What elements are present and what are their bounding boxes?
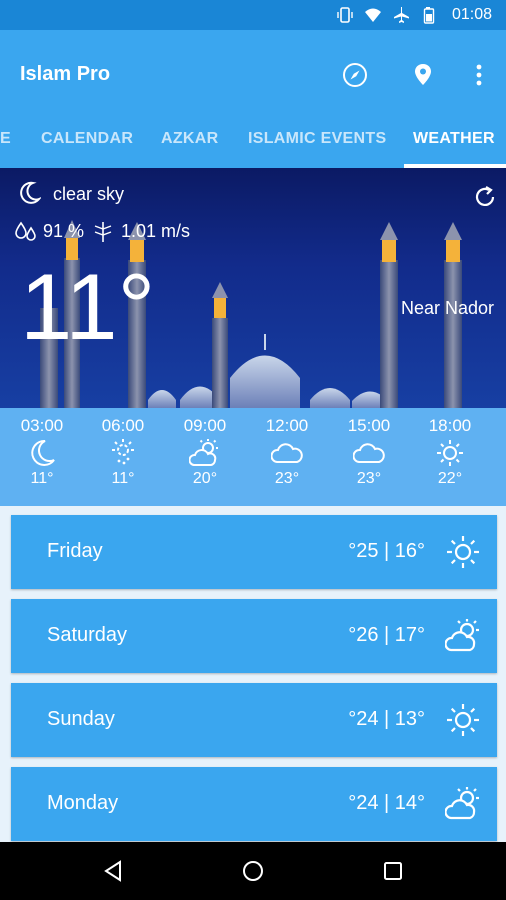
daily-forecast-item[interactable]: Friday °25 | 16° (11, 515, 497, 589)
hourly-time: 09:00 (183, 416, 227, 435)
tab-bar: E CALENDAR AZKAR ISLAMIC EVENTS WEATHER (0, 120, 506, 168)
hourly-item: 03:00 11° (7, 416, 77, 488)
cloud-icon (353, 443, 385, 463)
hourly-time: 15:00 (347, 416, 391, 435)
hourly-temp: 22° (437, 470, 463, 487)
hourly-item: 18:00 22° (415, 416, 485, 488)
location-label: Near Nador (400, 298, 494, 318)
refresh-button[interactable] (472, 184, 498, 210)
hourly-time: 18:00 (428, 416, 472, 435)
weather-condition: clear sky (53, 184, 125, 204)
daily-forecast-item[interactable]: Sunday °24 | 13° (11, 683, 497, 757)
daily-forecast-list: Friday °25 | 16° Saturday °26 | 17° Sund… (0, 506, 506, 842)
hourly-temp: 23° (356, 470, 382, 487)
hourly-time: 12:00 (265, 416, 309, 435)
home-icon (243, 861, 263, 881)
compass-button[interactable] (340, 60, 370, 90)
day-temps: °24 | 13° (348, 708, 425, 730)
day-temps: °26 | 17° (348, 624, 425, 646)
humidity-icon (15, 221, 36, 241)
hourly-temp: 11° (111, 470, 135, 487)
day-temps: °24 | 14° (348, 792, 425, 814)
hourly-item: 06:00 11° (88, 416, 158, 488)
vibrate-icon (336, 6, 354, 24)
cloud-icon (271, 443, 303, 463)
humidity-value: 91 % (43, 221, 85, 241)
sun-icon (437, 440, 463, 466)
airplane-icon (392, 6, 410, 24)
compass-icon (343, 63, 367, 87)
current-temperature: 11° (20, 254, 156, 359)
wind-icon (94, 222, 112, 242)
sun-icon (447, 704, 479, 736)
hourly-item: 12:00 23° (252, 416, 322, 488)
day-name: Saturday (47, 624, 128, 646)
battery-icon (420, 6, 438, 24)
app-title: Islam Pro (20, 63, 111, 85)
recents-button[interactable] (380, 858, 406, 884)
hourly-forecast: 03:00 11° 06:00 11° 09:00 20° 12:00 23° … (0, 408, 506, 506)
back-button[interactable] (100, 858, 126, 884)
daily-forecast-item[interactable]: Monday °24 | 14° (11, 767, 497, 841)
more-options-button[interactable] (464, 60, 494, 90)
moon-icon (31, 439, 55, 466)
location-button[interactable] (408, 60, 438, 90)
sun-cloud-icon (445, 619, 479, 652)
day-name: Monday (47, 792, 119, 814)
recents-icon (384, 862, 402, 880)
tab-weather[interactable]: WEATHER (413, 130, 495, 148)
more-vert-icon (476, 64, 482, 86)
hourly-temp: 20° (192, 470, 218, 487)
tab-calendar[interactable]: CALENDAR (41, 130, 133, 148)
back-icon (104, 860, 121, 882)
hourly-item: 15:00 23° (334, 416, 404, 488)
hourly-time: 06:00 (101, 416, 145, 435)
wind-value: 1.01 m/s (121, 221, 191, 241)
status-time: 01:08 (451, 6, 492, 23)
hourly-temp: 23° (274, 470, 300, 487)
day-name: Friday (47, 540, 103, 562)
tab-azkar[interactable]: AZKAR (161, 130, 219, 148)
system-nav-bar (0, 842, 506, 900)
partly-cloudy-sun-icon (112, 439, 134, 465)
hourly-item: 09:00 20° (170, 416, 240, 488)
sun-cloud-icon (189, 439, 218, 466)
hourly-temp: 11° (30, 470, 54, 487)
sun-icon (447, 536, 479, 568)
location-pin-icon (415, 64, 431, 85)
tab-islamic-events[interactable]: ISLAMIC EVENTS (248, 130, 386, 148)
refresh-icon (475, 186, 495, 206)
sun-cloud-icon (445, 787, 479, 820)
wifi-icon (364, 6, 382, 24)
daily-forecast-item[interactable]: Saturday °26 | 17° (11, 599, 497, 673)
status-bar: 01:08 (0, 0, 506, 30)
moon-icon (20, 181, 41, 204)
day-name: Sunday (47, 708, 115, 730)
hourly-time: 03:00 (20, 416, 64, 435)
day-temps: °25 | 16° (348, 540, 425, 562)
current-weather-panel: clear sky 91 % 1.01 m/s 11° Near Nador (0, 168, 506, 408)
app-bar: Islam Pro (0, 30, 506, 120)
tab-partial[interactable]: E (0, 130, 11, 148)
home-button[interactable] (240, 858, 266, 884)
